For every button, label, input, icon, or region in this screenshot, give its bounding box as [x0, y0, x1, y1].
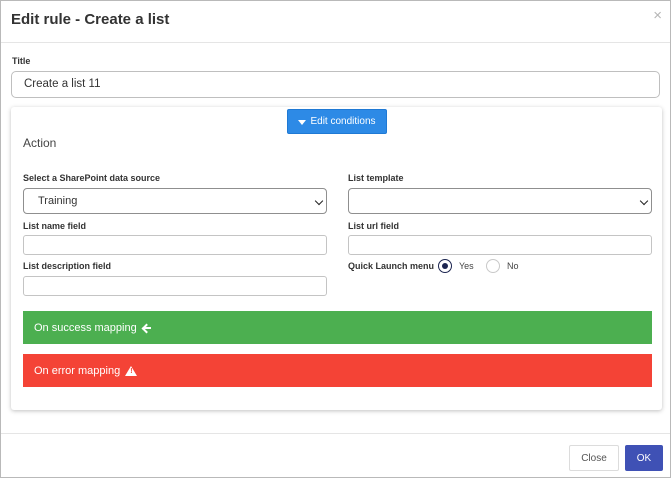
- list-name-input[interactable]: [23, 235, 327, 255]
- dialog-title: Edit rule - Create a list: [11, 11, 170, 28]
- quick-launch-yes-label: Yes: [459, 261, 474, 271]
- close-icon[interactable]: ×: [653, 7, 662, 24]
- ok-button[interactable]: OK: [625, 445, 663, 471]
- quick-launch-yes-radio[interactable]: [438, 259, 452, 273]
- on-error-mapping-bar[interactable]: On error mapping !: [23, 354, 652, 387]
- list-description-input[interactable]: [23, 276, 327, 296]
- list-description-label: List description field: [23, 261, 112, 271]
- title-input[interactable]: Create a list 11: [11, 71, 660, 98]
- quick-launch-label: Quick Launch menu: [348, 261, 435, 271]
- edit-conditions-label: Edit conditions: [310, 116, 376, 127]
- data-source-select[interactable]: Training: [23, 188, 327, 214]
- list-url-input[interactable]: [348, 235, 652, 255]
- list-name-label: List name field: [23, 221, 87, 231]
- quick-launch-no-radio[interactable]: [486, 259, 500, 273]
- close-button[interactable]: Close: [569, 445, 619, 471]
- list-url-label: List url field: [348, 221, 400, 231]
- filter-icon: [298, 120, 307, 125]
- list-template-select[interactable]: [348, 188, 652, 214]
- list-template-label: List template: [348, 173, 404, 183]
- warning-icon: !: [125, 365, 138, 376]
- radio-selected-dot: [442, 263, 448, 269]
- dialog-header: Edit rule - Create a list ×: [1, 1, 670, 43]
- data-source-value: Training: [38, 195, 78, 207]
- chevron-down-icon: [639, 196, 649, 206]
- edit-rule-dialog: Edit rule - Create a list × Title Create…: [0, 0, 671, 478]
- on-success-mapping-bar[interactable]: On success mapping: [23, 311, 652, 344]
- on-success-mapping-label: On success mapping: [34, 321, 137, 334]
- title-label: Title: [12, 56, 31, 66]
- quick-launch-no-label: No: [507, 261, 519, 271]
- chevron-down-icon: [314, 196, 324, 206]
- on-error-mapping-label: On error mapping: [34, 364, 121, 377]
- data-source-label: Select a SharePoint data source: [23, 173, 161, 183]
- action-heading: Action: [23, 136, 57, 150]
- arrow-left-icon: [142, 323, 151, 332]
- footer-divider: [1, 433, 670, 434]
- edit-conditions-button[interactable]: Edit conditions: [287, 109, 387, 134]
